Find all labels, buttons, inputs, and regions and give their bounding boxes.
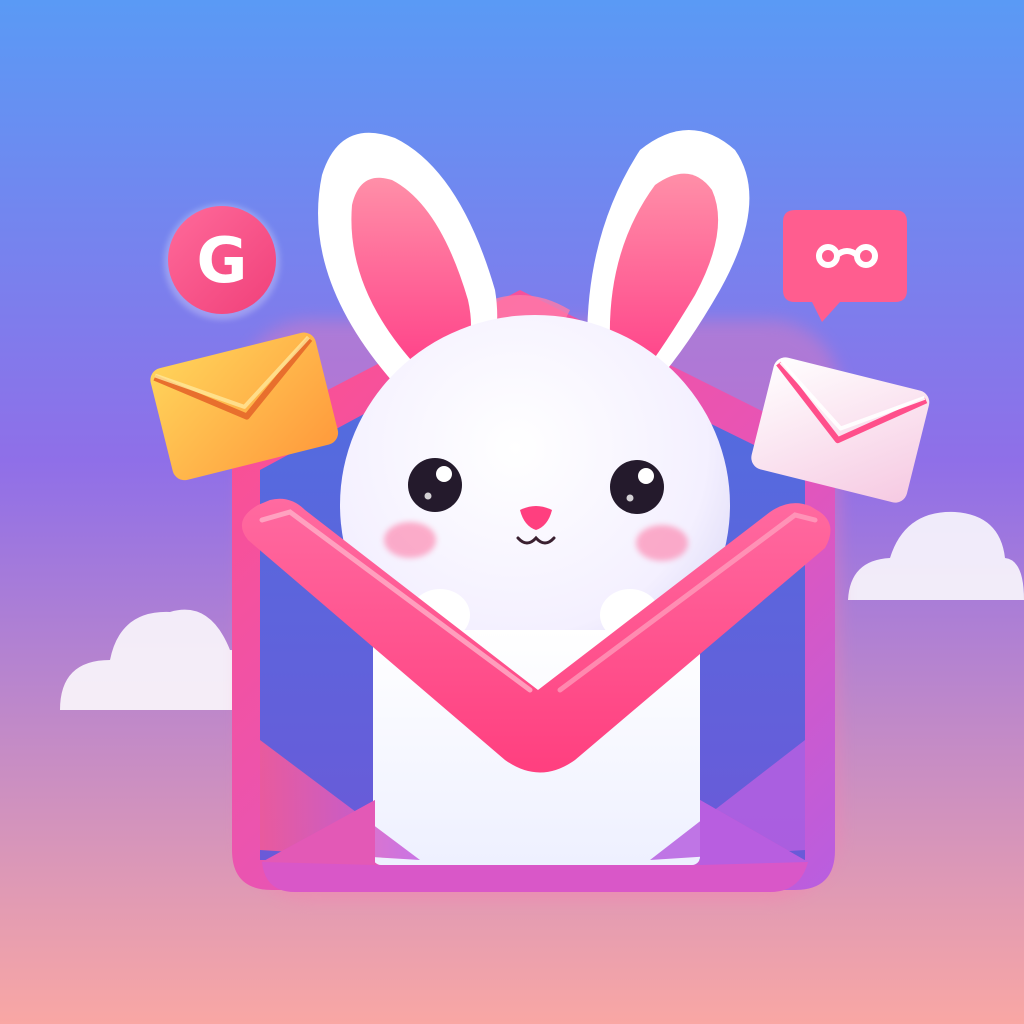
bunny-eye-right bbox=[610, 460, 664, 514]
g-badge-icon: G bbox=[164, 204, 280, 320]
bunny-eye-left bbox=[408, 458, 462, 512]
app-illustration: G bbox=[0, 0, 1024, 1024]
bunny-cheek-left bbox=[384, 522, 436, 558]
bunny-cheek-right bbox=[636, 525, 688, 561]
illustration-canvas: G bbox=[0, 0, 1024, 1024]
g-badge-letter: G bbox=[197, 224, 248, 297]
